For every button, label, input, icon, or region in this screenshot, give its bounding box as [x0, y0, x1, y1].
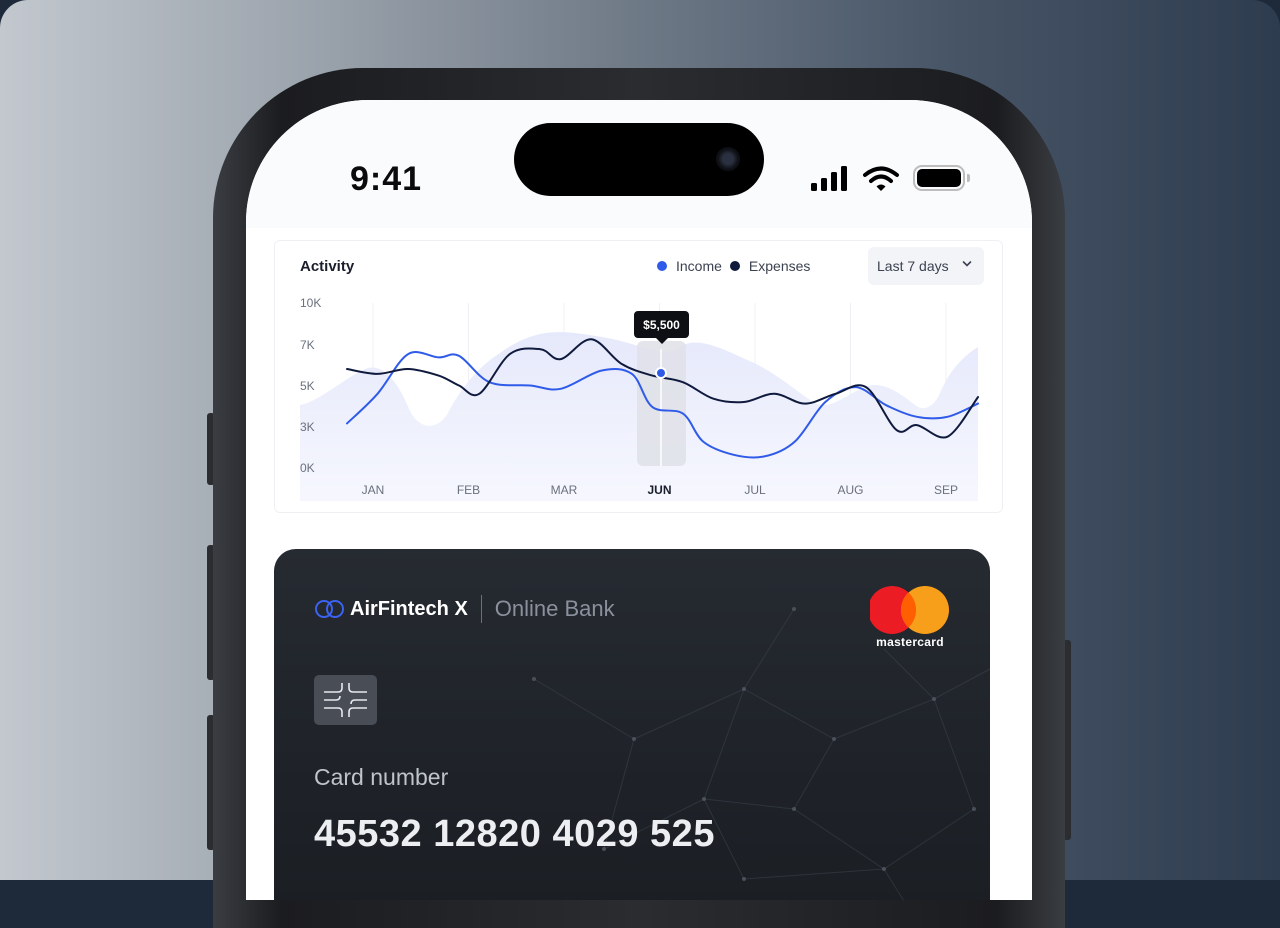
- x-tick-label: JUL: [744, 483, 766, 497]
- brand-name: AirFintech X: [350, 597, 468, 620]
- phone-screen: 9:41 Activity Income Expenses Last 7 day…: [246, 100, 1032, 900]
- chart-tooltip: $5,500: [634, 311, 689, 344]
- x-tick-label: JUN: [647, 483, 671, 497]
- mastercard-logo: mastercard: [868, 585, 950, 651]
- y-tick-label: 3K: [300, 420, 315, 434]
- activity-line-chart: 10K 7K 5K 3K 0K JAN FEB MAR JUN JUL AUG SEP $5,500: [300, 296, 979, 501]
- y-tick-label: 5K: [300, 379, 315, 393]
- activity-card: Activity Income Expenses Last 7 days 10K…: [274, 240, 1003, 513]
- y-tick-label: 0K: [300, 461, 315, 475]
- brand-subtitle: Online Bank: [494, 596, 615, 621]
- highlight-point[interactable]: [655, 367, 667, 379]
- card-number: 45532 12820 4029 525: [314, 813, 715, 855]
- wifi-icon: [863, 166, 899, 191]
- mastercard-circles-icon: [868, 586, 949, 634]
- y-tick-label: 10K: [300, 296, 321, 310]
- brand-logo-icon: [315, 600, 344, 618]
- chart-tooltip-text: $5,500: [643, 318, 680, 332]
- card-number-label: Card number: [314, 764, 449, 790]
- y-tick-label: 7K: [300, 338, 315, 352]
- mastercard-wordmark: mastercard: [876, 635, 944, 649]
- x-tick-label: FEB: [457, 483, 480, 497]
- x-tick-label: SEP: [934, 483, 958, 497]
- card-brand: AirFintech X Online Bank: [314, 595, 615, 623]
- x-tick-label: MAR: [551, 483, 578, 497]
- x-tick-label: JAN: [362, 483, 385, 497]
- cellular-signal-icon: [811, 166, 847, 191]
- dynamic-island: [514, 123, 764, 196]
- status-time: 9:41: [350, 160, 423, 198]
- x-tick-label: AUG: [837, 483, 863, 497]
- bank-card[interactable]: AirFintech X Online Bank mastercard Card…: [274, 549, 990, 900]
- battery-icon: [913, 165, 970, 191]
- brand-divider: [480, 595, 482, 623]
- status-bar: 9:41: [246, 100, 1032, 228]
- front-camera: [716, 147, 740, 171]
- card-chip-icon: [314, 675, 377, 725]
